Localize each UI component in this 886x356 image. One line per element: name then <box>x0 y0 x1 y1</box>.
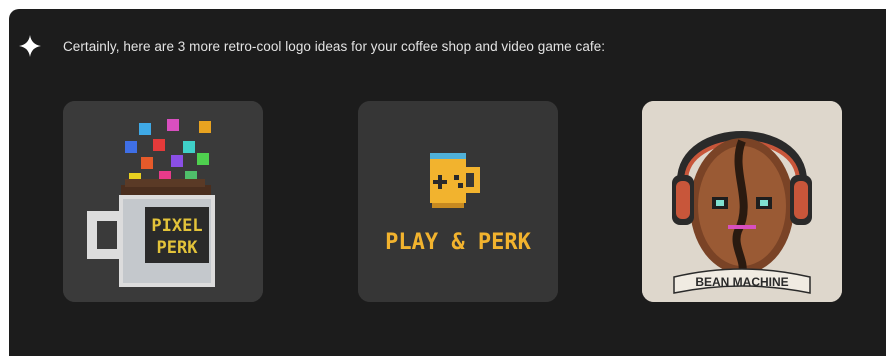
logo-image-play-and-perk[interactable]: PLAY & PERK <box>358 101 558 302</box>
logo-title: BEAN MACHINE <box>695 275 788 289</box>
logo-image-pixel-perk[interactable]: PIXEL PERK <box>63 101 263 302</box>
logo-title-line2: PERK <box>157 238 199 258</box>
sparkle-icon <box>19 35 41 57</box>
response-text: Certainly, here are 3 more retro-cool lo… <box>63 38 606 54</box>
logo-title-line1: PIXEL <box>151 216 202 236</box>
logo-image-bean-machine[interactable]: BEAN MACHINE <box>642 101 842 302</box>
chat-response-panel: Certainly, here are 3 more retro-cool lo… <box>9 9 886 356</box>
logo-title: PLAY & PERK <box>385 230 531 255</box>
response-header: Certainly, here are 3 more retro-cool lo… <box>19 35 605 57</box>
